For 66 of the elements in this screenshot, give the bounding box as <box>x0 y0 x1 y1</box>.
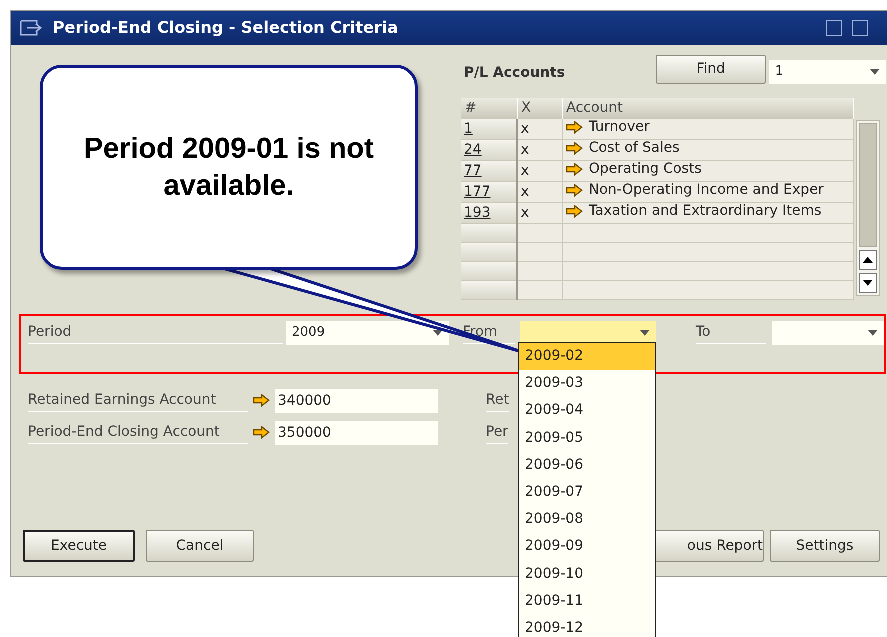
minimize-button[interactable] <box>826 20 842 36</box>
dropdown-option[interactable]: 2009-09 <box>519 533 655 560</box>
column-header[interactable]: # <box>461 98 517 119</box>
section-label: P/L Accounts <box>463 64 566 83</box>
dialog-button[interactable]: Settings <box>770 530 880 562</box>
table-cell: Operating Costs <box>589 161 702 178</box>
window-icon <box>19 19 43 37</box>
row-number-cell[interactable]: 193 <box>461 202 517 224</box>
dropdown-option[interactable]: 2009-04 <box>519 397 655 425</box>
table-cell: Turnover <box>589 119 650 136</box>
dropdown-option[interactable]: 2009-05 <box>519 424 655 452</box>
table-cell: Cost of Sales <box>589 140 680 157</box>
field-label: Retained Earnings Account <box>28 390 248 412</box>
scroll-up-icon[interactable] <box>863 257 873 263</box>
row-number-cell[interactable]: 177 <box>461 182 517 202</box>
table-cell: Non-Operating Income and Exper <box>589 182 824 199</box>
row-number-cell[interactable]: 24 <box>461 140 517 160</box>
caret-icon <box>868 330 878 336</box>
link-arrow-icon[interactable] <box>566 142 582 155</box>
field-label: Period <box>28 322 283 344</box>
dialog-button[interactable]: Execute <box>23 530 135 562</box>
dropdown-option[interactable]: 2009-07 <box>519 478 655 506</box>
text-field[interactable]: 350000 <box>275 420 438 444</box>
combo-value: 1 <box>775 63 784 82</box>
find-button[interactable]: Find <box>656 55 766 84</box>
dropdown-field[interactable] <box>772 321 884 345</box>
close-button[interactable] <box>852 20 868 36</box>
table-cell: x <box>517 202 562 224</box>
table-cell: x <box>517 182 562 202</box>
table-cell: Taxation and Extraordinary Items <box>589 203 822 220</box>
caret-icon <box>870 69 880 75</box>
field-label: Per <box>486 422 508 444</box>
window-title: Period-End Closing - Selection Criteria <box>53 17 398 39</box>
dropdown-option[interactable]: 2009-02 <box>519 343 655 370</box>
dropdown-option[interactable]: 2009-12 <box>519 614 655 637</box>
scrollbar[interactable] <box>856 120 880 296</box>
row-number-cell[interactable]: 1 <box>461 119 517 140</box>
table-cell: x <box>517 160 562 182</box>
table-cell: x <box>517 119 562 140</box>
dropdown-option[interactable]: 2009-11 <box>519 588 655 615</box>
column-header[interactable]: X <box>517 98 562 119</box>
column-header[interactable]: Account <box>562 98 854 119</box>
field-label: Ret <box>486 390 510 412</box>
field-label: Period-End Closing Account <box>28 422 248 444</box>
find-combo[interactable]: 1 <box>769 60 886 84</box>
dropdown-option[interactable]: 2009-08 <box>519 506 655 534</box>
dropdown-field[interactable]: 2009 <box>286 321 449 345</box>
link-arrow-icon[interactable] <box>253 426 270 439</box>
link-arrow-icon[interactable] <box>566 184 582 197</box>
text-field[interactable]: 340000 <box>275 388 438 412</box>
field-value: 2009 <box>292 324 326 342</box>
dropdown-option[interactable]: 2009-06 <box>519 452 655 479</box>
callout-text: Period 2009-01 is not available. <box>82 132 376 204</box>
caret-icon <box>640 330 650 336</box>
dropdown-option[interactable]: 2009-10 <box>519 560 655 588</box>
scroll-down-icon[interactable] <box>863 280 873 286</box>
link-arrow-icon[interactable] <box>566 121 582 134</box>
row-number-cell[interactable]: 77 <box>461 160 517 182</box>
link-arrow-icon[interactable] <box>566 205 582 218</box>
dialog-button[interactable]: ous Report <box>654 530 764 562</box>
dialog-button[interactable]: Cancel <box>146 530 254 562</box>
table-cell: x <box>517 140 562 160</box>
field-label: To <box>696 322 766 344</box>
link-arrow-icon[interactable] <box>566 163 582 176</box>
link-arrow-icon[interactable] <box>253 394 270 407</box>
dropdown-option[interactable]: 2009-03 <box>519 370 655 398</box>
